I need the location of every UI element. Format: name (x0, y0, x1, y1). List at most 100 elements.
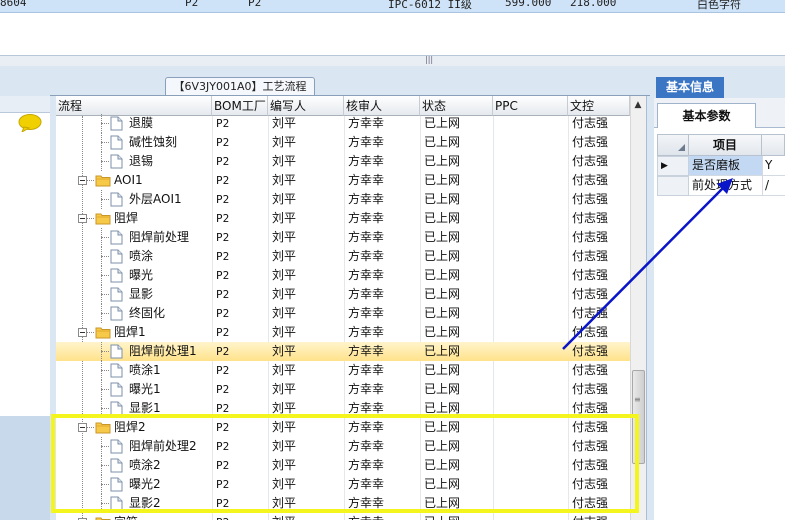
status-cell: 已上网 (424, 249, 461, 263)
tree-step-row[interactable]: 阻焊前处理2 P2 刘平 方幸幸 已上网 付志强 (56, 437, 630, 456)
tree-step-row[interactable]: 退锡 P2 刘平 方幸幸 已上网 付志强 (56, 152, 630, 171)
doc-control-cell: 付志强 (572, 306, 609, 320)
property-name-cell[interactable]: 前处理方式 (689, 176, 762, 196)
step-name: 退膜 (129, 116, 154, 130)
reviewer-cell: 方幸幸 (348, 382, 385, 396)
comment-icon[interactable] (18, 114, 42, 132)
ppc-cell (497, 380, 568, 399)
column-header[interactable]: 核审人 (344, 96, 420, 116)
collapse-toggle-icon[interactable] (78, 423, 87, 432)
bom-factory-cell: P2 (216, 193, 230, 206)
document-icon (110, 287, 123, 302)
collapse-toggle-icon[interactable] (78, 176, 87, 185)
doc-control-cell: 付志强 (572, 211, 609, 225)
bom-factory-cell: P2 (216, 402, 230, 415)
tree-step-row[interactable]: 喷涂1 P2 刘平 方幸幸 已上网 付志强 (56, 361, 630, 380)
tree-step-row[interactable]: 碱性蚀刻 P2 刘平 方幸幸 已上网 付志强 (56, 133, 630, 152)
doc-control-cell: 付志强 (572, 287, 609, 301)
reviewer-cell: 方幸幸 (348, 306, 385, 320)
column-header[interactable]: 文控 (568, 96, 630, 116)
status-cell: 已上网 (424, 306, 461, 320)
tree-step-row[interactable]: 显影1 P2 刘平 方幸幸 已上网 付志强 (56, 399, 630, 418)
writer-cell: 刘平 (272, 192, 297, 206)
scroll-up-arrow-icon[interactable]: ▲ (630, 98, 646, 112)
property-name-cell[interactable]: 是否磨板 (689, 156, 762, 176)
status-cell: 已上网 (424, 513, 493, 520)
step-name: 喷涂2 (129, 458, 161, 472)
folder-icon (95, 213, 111, 225)
tree-group-row[interactable]: 阻焊2 P2 刘平 方幸幸 已上网 付志强 (56, 418, 630, 437)
ppc-cell (497, 209, 568, 228)
tree-step-row[interactable]: 退膜 P2 刘平 方幸幸 已上网 付志强 (56, 114, 630, 133)
tree-step-row[interactable]: 喷涂 P2 刘平 方幸幸 已上网 付志强 (56, 247, 630, 266)
splitter-grip-icon[interactable]: ||| (425, 56, 435, 64)
step-name: AOI1 (114, 173, 143, 187)
top-strip-cell: 8604 (0, 0, 27, 9)
collapse-toggle-icon[interactable] (78, 214, 87, 223)
top-strip-cell: 白色字符 (697, 0, 741, 11)
tree-step-row[interactable]: 显影 P2 刘平 方幸幸 已上网 付志强 (56, 285, 630, 304)
writer-cell: 刘平 (272, 287, 297, 301)
status-cell: 已上网 (424, 135, 461, 149)
writer-cell: 刘平 (272, 363, 297, 377)
tab-basic-params[interactable]: 基本参数 (657, 103, 756, 128)
document-icon (110, 363, 123, 378)
bom-factory-cell: P2 (216, 383, 230, 396)
tree-group-row[interactable]: 字符 P2 刘平方幸幸已上网 付志强 (56, 513, 630, 520)
tree-connector (101, 446, 109, 447)
step-name: 外层AOI1 (129, 192, 182, 206)
tree-step-row[interactable]: 曝光2 P2 刘平 方幸幸 已上网 付志强 (56, 475, 630, 494)
tree-step-row[interactable]: 终固化 P2 刘平 方幸幸 已上网 付志强 (56, 304, 630, 323)
tree-step-row[interactable]: 曝光 P2 刘平 方幸幸 已上网 付志强 (56, 266, 630, 285)
doc-control-cell: 付志强 (572, 458, 609, 472)
tree-step-row[interactable]: 显影2 P2 刘平 方幸幸 已上网 付志强 (56, 494, 630, 513)
collapse-toggle-icon[interactable] (78, 328, 87, 337)
bom-factory-cell: P2 (216, 497, 230, 510)
tree-group-row[interactable]: 阻焊1 P2 刘平 方幸幸 已上网 付志强 (56, 323, 630, 342)
property-value-cell[interactable]: Y (762, 156, 785, 176)
step-name: 阻焊前处理 (129, 230, 190, 244)
ppc-cell (497, 456, 568, 475)
top-strip-cell: IPC-6012 II级 (388, 0, 472, 11)
tree-step-row[interactable]: 外层AOI1 P2 刘平 方幸幸 已上网 付志强 (56, 190, 630, 209)
column-header[interactable]: PPC (493, 96, 568, 116)
bom-factory-cell: P2 (216, 326, 230, 339)
tab-basic-info[interactable]: 基本信息 (656, 77, 724, 98)
scrollbar-thumb[interactable] (632, 370, 645, 464)
writer-cell: 刘平 (272, 382, 297, 396)
tree-group-row[interactable]: AOI1 P2 刘平 方幸幸 已上网 付志强 (56, 171, 630, 190)
row-selector[interactable] (657, 176, 689, 196)
tree-step-row[interactable]: 喷涂2 P2 刘平 方幸幸 已上网 付志强 (56, 456, 630, 475)
tree-group-row[interactable]: 阻焊 P2 刘平 方幸幸 已上网 付志强 (56, 209, 630, 228)
property-value-cell[interactable]: / (762, 176, 785, 196)
process-flow-tab[interactable]: 【6V3JY001A0】工艺流程 (165, 77, 315, 95)
tree-connector (101, 370, 109, 371)
tree-step-row[interactable]: 阻焊前处理1 P2 刘平 方幸幸 已上网 付志强 (56, 342, 630, 361)
writer-cell: 刘平 (272, 420, 297, 434)
step-name: 喷涂1 (129, 363, 161, 377)
tree-step-row[interactable]: 阻焊前处理 P2 刘平 方幸幸 已上网 付志强 (56, 228, 630, 247)
column-header[interactable]: 状态 (420, 96, 493, 116)
doc-control-cell: 付志强 (572, 477, 609, 491)
top-strip-cell: P2 (185, 0, 199, 9)
bom-factory-cell: P2 (216, 269, 230, 282)
left-panel-header (0, 96, 50, 113)
ppc-cell (497, 304, 568, 323)
column-header[interactable]: 流程 (56, 96, 212, 116)
row-selector[interactable]: ▶ (657, 156, 689, 176)
writer-cell: 刘平 (272, 496, 297, 510)
document-icon (110, 344, 123, 359)
step-name: 终固化 (129, 306, 166, 320)
ppc-cell (497, 114, 568, 133)
status-cell: 已上网 (424, 420, 461, 434)
doc-control-cell: 付志强 (572, 325, 609, 339)
step-name: 曝光2 (129, 477, 161, 491)
bom-factory-cell: P2 (216, 155, 230, 168)
property-grid-header-value (762, 134, 785, 156)
column-header[interactable]: 编写人 (268, 96, 344, 116)
ppc-cell (497, 342, 568, 361)
step-name: 显影1 (129, 401, 161, 415)
column-header[interactable]: BOM工厂 (212, 96, 268, 116)
tree-step-row[interactable]: 曝光1 P2 刘平 方幸幸 已上网 付志强 (56, 380, 630, 399)
reviewer-cell: 方幸幸 (348, 401, 385, 415)
